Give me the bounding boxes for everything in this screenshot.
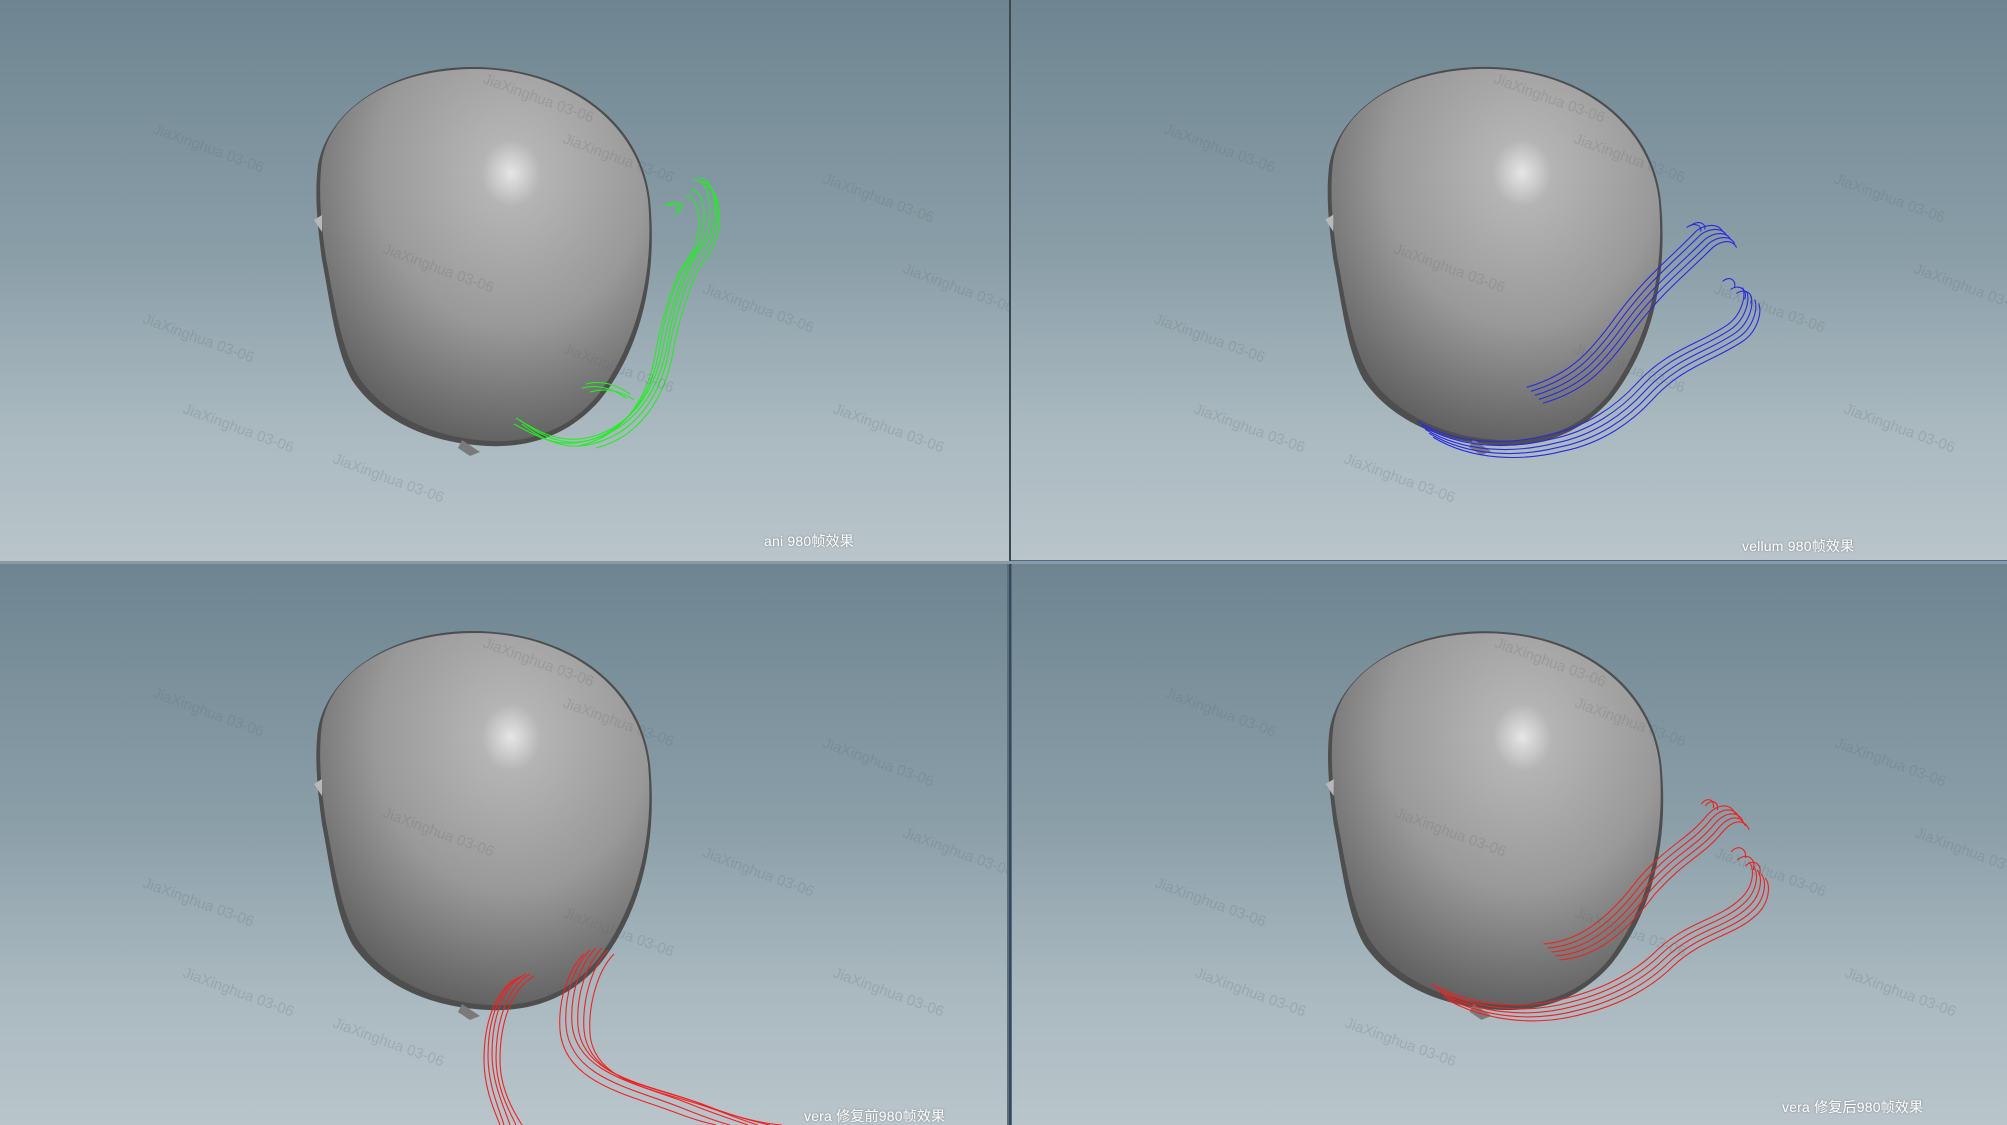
- viewport-caption: vellum 980帧效果: [1742, 538, 1855, 554]
- viewport-divider-horizontal[interactable]: [0, 561, 2007, 564]
- viewport-vera-before[interactable]: vera 修复前980帧效果 JiaXinghua 03-06 JiaXinghu…: [0, 564, 1007, 1125]
- viewport-ani[interactable]: ani 980帧效果 JiaXinghua 03-06 JiaXinghua 03…: [0, 0, 1009, 561]
- scene-vera-before: [314, 630, 783, 1125]
- scene-ani: [314, 66, 720, 456]
- viewport-caption: vera 修复前980帧效果: [804, 1108, 946, 1124]
- head-model: [1325, 66, 1663, 456]
- viewport-caption: ani 980帧效果: [764, 533, 854, 549]
- head-model: [314, 630, 652, 1020]
- head-model: [1325, 631, 1664, 1020]
- viewport-vellum[interactable]: vellum 980帧效果 JiaXinghua 03-06 JiaXinghua…: [1011, 0, 2007, 561]
- viewport-vera-after[interactable]: vera 修复后980帧效果 JiaXinghua 03-06 JiaXinghu…: [1011, 564, 2007, 1125]
- head-model: [314, 66, 652, 456]
- viewport-caption: vera 修复后980帧效果: [1782, 1099, 1924, 1115]
- scene-vera-after: [1325, 631, 1769, 1022]
- hair-curves-vera-before: [483, 947, 783, 1125]
- viewport-grid: ani 980帧效果 JiaXinghua 03-06 JiaXinghua 03…: [0, 0, 2007, 1125]
- scene-vellum: [1325, 66, 1761, 459]
